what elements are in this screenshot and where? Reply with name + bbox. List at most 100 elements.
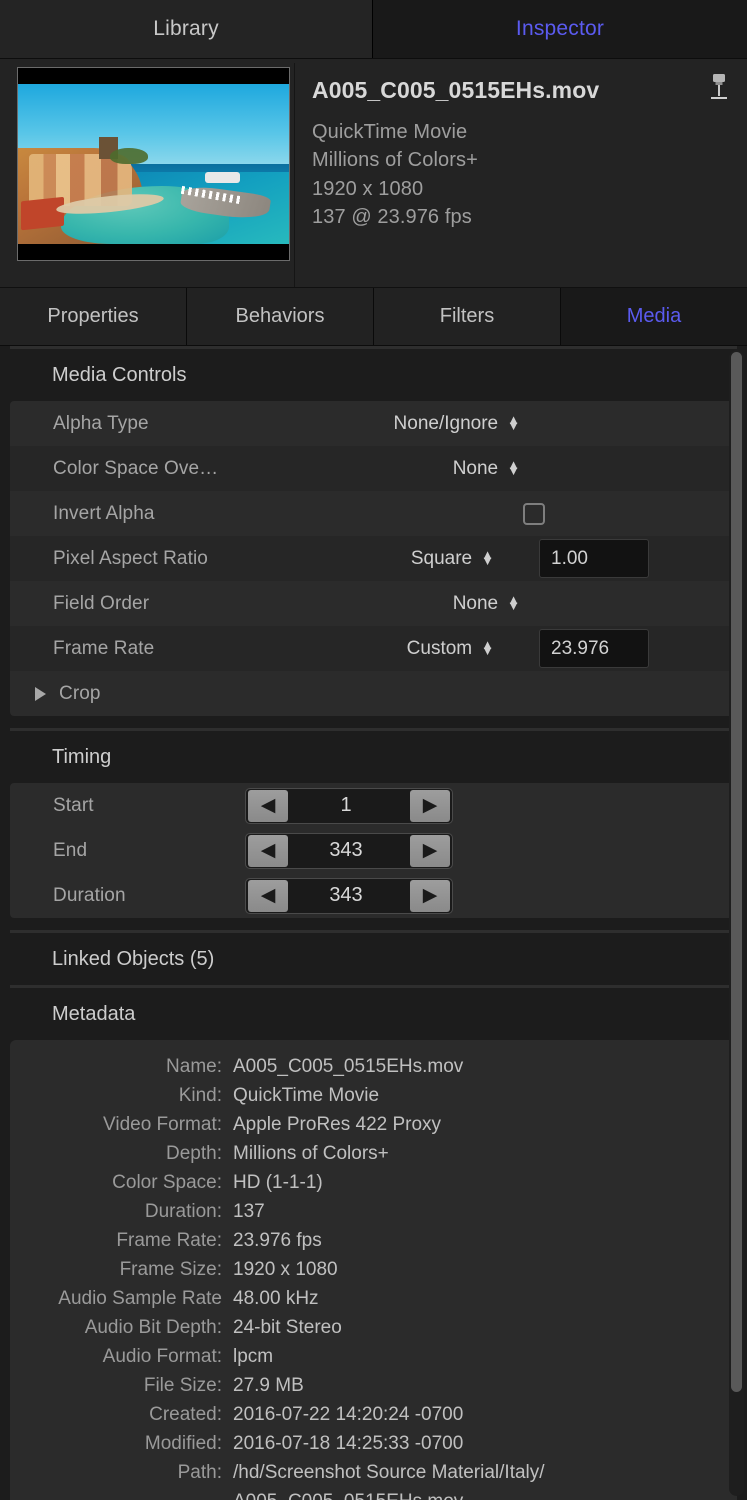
label-crop: Crop (59, 683, 101, 705)
label-end: End (53, 840, 87, 862)
metadata-row: Audio Bit Depth: 24-bit Stereo (10, 1313, 737, 1342)
label-frame-rate: Frame Rate (53, 638, 154, 660)
inspector-scroll-area: Media Controls Alpha Type None/Ignore ▲▼… (0, 346, 747, 1500)
popup-field-order[interactable]: None ▲▼ (453, 593, 520, 615)
tab-behaviors-label: Behaviors (236, 305, 325, 328)
tab-media[interactable]: Media (561, 288, 747, 345)
stepper-start-value: 1 (290, 794, 408, 817)
chevron-left-icon[interactable]: ◀ (248, 790, 288, 822)
chevron-left-icon[interactable]: ◀ (248, 880, 288, 912)
chevron-updown-icon: ▲▼ (507, 462, 520, 474)
label-invert-alpha: Invert Alpha (53, 503, 155, 525)
chevron-left-icon[interactable]: ◀ (248, 835, 288, 867)
chevron-right-icon[interactable]: ▶ (410, 835, 450, 867)
scrollbar-thumb[interactable] (731, 352, 742, 1392)
metadata-row: Video Format: Apple ProRes 422 Proxy (10, 1110, 737, 1139)
label-color-space-override: Color Space Ove… (53, 458, 218, 480)
vertical-scrollbar[interactable] (729, 350, 744, 1496)
metadata-value: 137 (233, 1197, 737, 1226)
metadata-value: 23.976 fps (233, 1226, 737, 1255)
metadata-row: Kind: QuickTime Movie (10, 1081, 737, 1110)
pushpin-button[interactable] (699, 67, 739, 109)
section-header-metadata[interactable]: Metadata (0, 988, 747, 1040)
metadata-row: Duration: 137 (10, 1197, 737, 1226)
label-field-order: Field Order (53, 593, 149, 615)
metadata-row: Name: A005_C005_0515EHs.mov (10, 1052, 737, 1081)
inspector-content: Media Controls Alpha Type None/Ignore ▲▼… (0, 346, 747, 1500)
tab-behaviors[interactable]: Behaviors (187, 288, 374, 345)
metadata-value: Millions of Colors+ (233, 1139, 737, 1168)
metadata-row: Audio Sample Rate 48.00 kHz (10, 1284, 737, 1313)
label-alpha-type: Alpha Type (53, 413, 149, 435)
tab-filters[interactable]: Filters (374, 288, 561, 345)
thumb-red-roof (21, 197, 64, 230)
metadata-value: 24-bit Stereo (233, 1313, 737, 1342)
metadata-key: File Size: (10, 1371, 233, 1400)
metadata-key: Created: (10, 1400, 233, 1429)
window-tab-inspector[interactable]: Inspector (373, 0, 747, 58)
metadata-row: Created: 2016-07-22 14:20:24 -0700 (10, 1400, 737, 1429)
metadata-key: Video Format: (10, 1110, 233, 1139)
stepper-end-value: 343 (290, 839, 408, 862)
popup-color-space-override-value: None (453, 458, 498, 480)
metadata-key: Audio Sample Rate (10, 1284, 233, 1313)
clip-info: A005_C005_0515EHs.mov QuickTime Movie Mi… (294, 63, 747, 287)
metadata-value: QuickTime Movie (233, 1081, 737, 1110)
window-tab-bar: Library Inspector (0, 0, 747, 59)
tab-properties[interactable]: Properties (0, 288, 187, 345)
field-pixel-aspect-ratio[interactable]: 1.00 (539, 539, 649, 578)
metadata-row: Color Space: HD (1-1-1) (10, 1168, 737, 1197)
window-tab-library[interactable]: Library (0, 0, 373, 58)
metadata-row: Frame Size: 1920 x 1080 (10, 1255, 737, 1284)
stepper-duration[interactable]: ◀ 343 ▶ (245, 878, 453, 914)
metadata-value: Apple ProRes 422 Proxy (233, 1110, 737, 1139)
stepper-duration-value: 343 (290, 884, 408, 907)
metadata-value: 2016-07-22 14:20:24 -0700 (233, 1400, 737, 1429)
row-invert-alpha: Invert Alpha (10, 491, 737, 536)
metadata-row: Audio Format: lpcm (10, 1342, 737, 1371)
checkbox-invert-alpha[interactable] (523, 503, 545, 525)
metadata-key: Color Space: (10, 1168, 233, 1197)
field-frame-rate-value: 23.976 (551, 638, 609, 660)
row-duration: Duration ◀ 343 ▶ (10, 873, 737, 918)
section-title-media-controls: Media Controls (52, 364, 187, 387)
metadata-key: Duration: (10, 1197, 233, 1226)
metadata-value: 2016-07-18 14:25:33 -0700 (233, 1429, 737, 1458)
metadata-row: Depth: Millions of Colors+ (10, 1139, 737, 1168)
metadata-key: Modified: (10, 1429, 233, 1458)
metadata-value: A005_C005_0515EHs.mov (233, 1052, 737, 1081)
section-header-media-controls[interactable]: Media Controls (0, 349, 747, 401)
chevron-right-icon[interactable]: ▶ (410, 790, 450, 822)
row-field-order: Field Order None ▲▼ (10, 581, 737, 626)
popup-frame-rate[interactable]: Custom ▲▼ (407, 638, 494, 660)
stepper-end[interactable]: ◀ 343 ▶ (245, 833, 453, 869)
stepper-start[interactable]: ◀ 1 ▶ (245, 788, 453, 824)
disclosure-triangle-icon[interactable] (35, 687, 46, 701)
section-header-linked-objects[interactable]: Linked Objects (5) (0, 933, 747, 985)
tab-properties-label: Properties (47, 305, 138, 328)
metadata-row: Path: /hd/Screenshot Source Material/Ita… (10, 1458, 737, 1500)
inspector-window: Library Inspector (0, 0, 747, 1500)
section-header-timing[interactable]: Timing (0, 731, 747, 783)
popup-alpha-type[interactable]: None/Ignore ▲▼ (394, 413, 520, 435)
popup-color-space-override[interactable]: None ▲▼ (453, 458, 520, 480)
chevron-updown-icon: ▲▼ (507, 597, 520, 609)
popup-pixel-aspect-ratio[interactable]: Square ▲▼ (411, 548, 494, 570)
window-tab-inspector-label: Inspector (516, 17, 604, 41)
metadata-key: Path: (10, 1458, 233, 1500)
chevron-right-icon[interactable]: ▶ (410, 880, 450, 912)
thumb-foliage (110, 148, 148, 164)
clip-thumbnail[interactable] (17, 67, 290, 261)
metadata-key: Depth: (10, 1139, 233, 1168)
metadata-panel: Name: A005_C005_0515EHs.mov Kind: QuickT… (10, 1040, 737, 1500)
popup-frame-rate-value: Custom (407, 638, 472, 660)
clip-name: A005_C005_0515EHs.mov (312, 77, 747, 104)
metadata-key: Frame Size: (10, 1255, 233, 1284)
field-frame-rate[interactable]: 23.976 (539, 629, 649, 668)
metadata-key: Audio Bit Depth: (10, 1313, 233, 1342)
clip-frame-size: 1920 x 1080 (312, 175, 747, 203)
metadata-row: File Size: 27.9 MB (10, 1371, 737, 1400)
media-controls-group: Alpha Type None/Ignore ▲▼ Color Space Ov… (10, 401, 737, 716)
metadata-value: 1920 x 1080 (233, 1255, 737, 1284)
row-crop[interactable]: Crop (10, 671, 737, 716)
